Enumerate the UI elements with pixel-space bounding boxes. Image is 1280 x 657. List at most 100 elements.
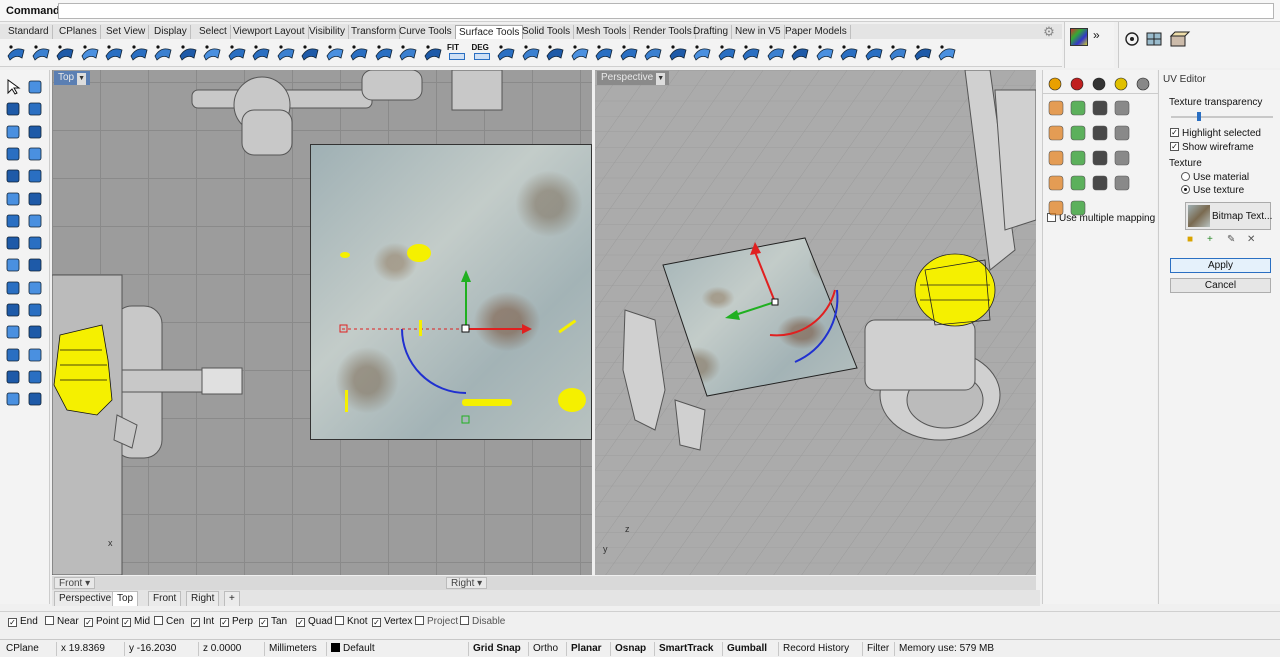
render-palette-icon[interactable] — [1070, 28, 1088, 46]
extrude-icon[interactable] — [227, 42, 247, 62]
folder-icon[interactable]: ■ — [1187, 234, 1193, 245]
osnap-int[interactable]: ✓ Int — [191, 616, 214, 627]
extend-surface-icon[interactable] — [423, 42, 443, 62]
select-arrow-icon[interactable] — [4, 78, 22, 96]
surface-from-curves-icon[interactable] — [31, 42, 51, 62]
grid-icon[interactable] — [26, 390, 44, 408]
checker-icon[interactable] — [1091, 124, 1109, 142]
bitmap-texture-selector[interactable]: Bitmap Text... — [1185, 202, 1272, 230]
fit-icon[interactable]: FIT — [447, 42, 467, 62]
shrink-icon[interactable] — [619, 42, 639, 62]
chamfer-icon[interactable] — [4, 323, 22, 341]
osnap-disable[interactable]: Disable — [460, 616, 505, 627]
spherical-mapping-icon[interactable] — [1125, 32, 1139, 46]
tab-visibility[interactable]: Visibility — [306, 25, 349, 39]
viewport-perspective-label[interactable]: Perspective ▼ — [597, 71, 670, 85]
unwrap-icon[interactable] — [1069, 124, 1087, 142]
cone-icon[interactable] — [26, 212, 44, 230]
command-input[interactable] — [58, 3, 1274, 19]
tab-drafting[interactable]: Drafting — [690, 25, 733, 39]
network-icon[interactable] — [251, 42, 271, 62]
tab-set-view[interactable]: Set View — [103, 25, 150, 39]
unroll-icon[interactable] — [668, 42, 688, 62]
planar-surface-icon[interactable] — [80, 42, 100, 62]
extrude-icon[interactable] — [26, 323, 44, 341]
tab-standard[interactable]: Standard — [5, 25, 53, 39]
match-surface-icon[interactable] — [521, 42, 541, 62]
osnap-quad[interactable]: ✓ Quad — [296, 616, 332, 627]
osnap-near[interactable]: Near — [45, 616, 79, 627]
osnap-end[interactable]: ✓ End — [8, 616, 38, 627]
text-icon[interactable] — [4, 368, 22, 386]
material-icon[interactable] — [1069, 76, 1087, 94]
sweep2-icon[interactable] — [153, 42, 173, 62]
transparency-slider-thumb[interactable] — [1197, 112, 1201, 121]
point-cloud-icon[interactable] — [4, 123, 22, 141]
osnap-cen-checkbox[interactable] — [154, 616, 163, 625]
gumball-toggle[interactable]: Gumball — [722, 642, 776, 656]
star-icon[interactable] — [26, 123, 44, 141]
blend-icon[interactable] — [4, 346, 22, 364]
viewport-tab-perspective[interactable]: Perspective — [54, 591, 117, 606]
osnap-mid[interactable]: ✓ Mid — [122, 616, 150, 627]
boolean-icon[interactable] — [937, 42, 957, 62]
texture-mapping-icon[interactable] — [1047, 99, 1065, 117]
apply-mapping-icon[interactable] — [1047, 124, 1065, 142]
merge-icon[interactable] — [545, 42, 565, 62]
mesh-icon[interactable] — [4, 390, 22, 408]
highlight-selected-checkbox[interactable]: ✓ — [1170, 128, 1179, 137]
box-icon[interactable] — [26, 145, 44, 163]
offset-icon[interactable] — [4, 301, 22, 319]
boolean-icon[interactable] — [26, 346, 44, 364]
viewport-right-label[interactable]: Right ▾ — [446, 577, 488, 589]
tab-mesh-tools[interactable]: Mesh Tools — [573, 25, 631, 39]
osnap-perp-checkbox[interactable]: ✓ — [220, 618, 229, 627]
delete-icon[interactable]: ✕ — [1247, 234, 1255, 245]
blend-surface-icon[interactable] — [349, 42, 369, 62]
light-icon[interactable] — [1113, 76, 1131, 94]
tab-new-in-v5[interactable]: New in V5 — [732, 25, 785, 39]
osnap-cen[interactable]: Cen — [154, 616, 184, 627]
grid-snap-toggle[interactable]: Grid Snap — [468, 642, 526, 656]
apply-button[interactable]: Apply — [1170, 258, 1271, 273]
cplane-status[interactable]: CPlane — [2, 642, 58, 656]
join-icon[interactable] — [570, 42, 590, 62]
decal-icon[interactable] — [1069, 99, 1087, 117]
osnap-tan[interactable]: ✓ Tan — [259, 616, 287, 627]
osnap-point[interactable]: ✓ Point — [84, 616, 119, 627]
viewport-right-mini[interactable]: Right ▾ — [444, 576, 1036, 590]
square-map-icon[interactable] — [1069, 199, 1087, 217]
osnap-int-checkbox[interactable]: ✓ — [191, 618, 200, 627]
drape-icon[interactable] — [300, 42, 320, 62]
osnap-mid-checkbox[interactable]: ✓ — [122, 618, 131, 627]
osnap-vertex-checkbox[interactable]: ✓ — [372, 618, 381, 627]
osnap-disable-checkbox[interactable] — [460, 616, 469, 625]
osnap-knot-checkbox[interactable] — [335, 616, 344, 625]
arc-icon[interactable] — [4, 190, 22, 208]
plane-map-icon[interactable] — [1091, 174, 1109, 192]
flat-map-icon[interactable] — [1113, 174, 1131, 192]
fillet-icon[interactable] — [4, 279, 22, 297]
render-color-icon[interactable] — [913, 42, 933, 62]
layer-status[interactable]: Default — [326, 642, 466, 656]
viewport-top[interactable]: Top ▼ x — [52, 70, 592, 575]
smarttrack-toggle[interactable]: SmartTrack — [654, 642, 720, 656]
draft-angle-icon[interactable] — [888, 42, 908, 62]
tab-select[interactable]: Select — [196, 25, 231, 39]
split-icon[interactable] — [26, 279, 44, 297]
osnap-knot[interactable]: Knot — [335, 616, 368, 627]
osnap-vertex[interactable]: ✓ Vertex — [372, 616, 412, 627]
emap-icon[interactable] — [839, 42, 859, 62]
analysis-icon[interactable] — [790, 42, 810, 62]
loft-icon[interactable] — [104, 42, 124, 62]
gear-icon[interactable] — [1135, 76, 1153, 94]
osnap-tan-checkbox[interactable]: ✓ — [259, 618, 268, 627]
use-texture-radio[interactable] — [1181, 185, 1190, 194]
record-history-toggle[interactable]: Record History — [778, 642, 860, 656]
revolve-icon[interactable] — [178, 42, 198, 62]
display-icon[interactable] — [1091, 76, 1109, 94]
cylinder-map-icon[interactable] — [1047, 199, 1065, 217]
osnap-project-checkbox[interactable] — [415, 616, 424, 625]
rectangle-icon[interactable] — [4, 145, 22, 163]
osnap-near-checkbox[interactable] — [45, 616, 54, 625]
